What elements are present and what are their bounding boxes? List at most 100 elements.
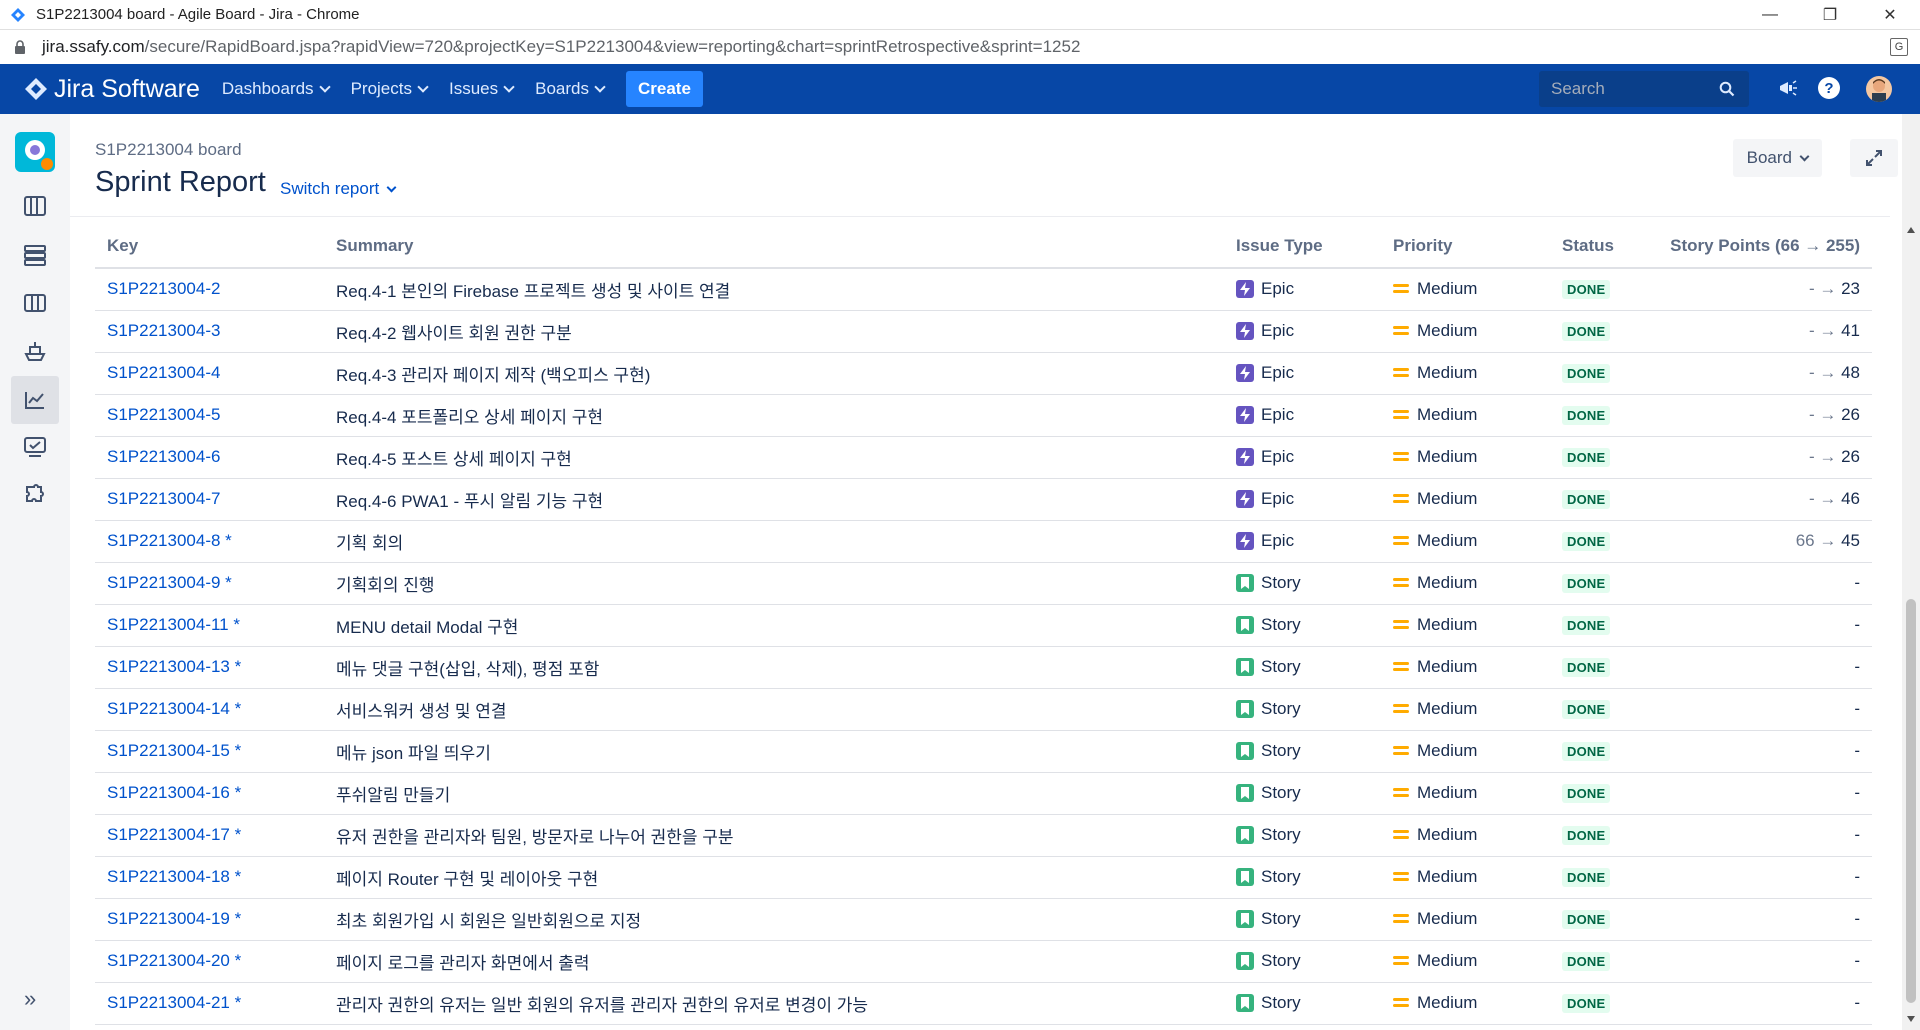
nav-projects[interactable]: Projects <box>351 79 429 99</box>
nav-issues[interactable]: Issues <box>449 79 515 99</box>
create-button[interactable]: Create <box>626 71 703 107</box>
issue-key-link[interactable]: S1P2213004-7 <box>107 489 220 508</box>
issue-key-link[interactable]: S1P2213004-17 * <box>107 825 241 844</box>
board-name[interactable]: S1P2213004 board <box>95 140 242 160</box>
user-avatar[interactable] <box>1866 76 1892 102</box>
roadmap-icon[interactable] <box>22 242 48 268</box>
issue-key-link[interactable]: S1P2213004-8 * <box>107 531 232 550</box>
col-status[interactable]: Status <box>1550 224 1650 269</box>
priority-cell: Medium <box>1381 562 1550 605</box>
issue-key-link[interactable]: S1P2213004-13 * <box>107 657 241 676</box>
status-badge: DONE <box>1562 406 1611 425</box>
issue-key-link[interactable]: S1P2213004-16 * <box>107 783 241 802</box>
issue-key-link[interactable]: S1P2213004-21 * <box>107 993 241 1012</box>
nav-dashboards[interactable]: Dashboards <box>221 79 331 99</box>
issue-key-link[interactable]: S1P2213004-5 <box>107 405 220 424</box>
help-icon[interactable]: ? <box>1818 77 1840 99</box>
priority-label: Medium <box>1417 489 1478 508</box>
releases-ship-icon[interactable] <box>22 338 48 364</box>
story-points-to: - <box>1854 615 1860 634</box>
page-scrollbar[interactable] <box>1902 114 1920 1030</box>
issue-summary: 서비스워커 생성 및 연결 <box>324 688 1224 731</box>
issue-key-link[interactable]: S1P2213004-15 * <box>107 741 241 760</box>
switch-report-button[interactable]: Switch report <box>280 179 397 199</box>
issue-key-link[interactable]: S1P2213004-11 * <box>107 615 240 634</box>
translate-icon[interactable]: G <box>1890 38 1908 56</box>
project-avatar[interactable] <box>15 132 55 172</box>
col-priority[interactable]: Priority <box>1381 224 1550 269</box>
scroll-down-icon[interactable] <box>1907 1016 1915 1022</box>
issue-key-link[interactable]: S1P2213004-4 <box>107 363 220 382</box>
issue-summary: Req.4-3 관리자 페이지 제작 (백오피스 구현) <box>324 352 1224 395</box>
issue-summary: 최초 회원가입 시 회원은 일반회원으로 지정 <box>324 898 1224 941</box>
story-icon <box>1236 784 1254 802</box>
issues-screen-icon[interactable] <box>22 434 48 460</box>
issue-key-link[interactable]: S1P2213004-2 <box>107 279 220 298</box>
address-bar[interactable]: jira.ssafy.com/secure/RapidBoard.jspa?ra… <box>0 30 1920 64</box>
table-row: S1P2213004-9 * 기획회의 진행 Story Medium DONE - <box>95 562 1872 605</box>
col-story-points[interactable]: Story Points (66 → 255) <box>1650 224 1872 269</box>
issue-key-link[interactable]: S1P2213004-20 * <box>107 951 241 970</box>
fullscreen-button[interactable] <box>1850 139 1898 177</box>
story-icon <box>1236 574 1254 592</box>
issue-type-label: Story <box>1261 909 1301 928</box>
scroll-up-icon[interactable] <box>1907 227 1915 233</box>
issue-summary: 유저 권한을 관리자와 팀원, 방문자로 나누어 권한을 구분 <box>324 814 1224 857</box>
issue-type-cell: Epic <box>1224 310 1381 353</box>
expand-sidebar-icon[interactable]: » <box>24 986 36 1012</box>
story-points-from: 66 → <box>1795 531 1837 550</box>
issue-key-link[interactable]: S1P2213004-18 * <box>107 867 241 886</box>
story-points-to: - <box>1854 951 1860 970</box>
issue-type-cell: Story <box>1224 982 1381 1025</box>
status-badge: DONE <box>1562 700 1611 719</box>
add-ons-puzzle-icon[interactable] <box>22 482 48 508</box>
priority-cell: Medium <box>1381 394 1550 437</box>
status-badge: DONE <box>1562 742 1611 761</box>
story-icon <box>1236 616 1254 634</box>
story-points-cell: - <box>1650 562 1872 605</box>
issue-key-link[interactable]: S1P2213004-19 * <box>107 909 241 928</box>
col-summary[interactable]: Summary <box>324 224 1224 269</box>
col-issue-type[interactable]: Issue Type <box>1224 224 1381 269</box>
issue-key-link[interactable]: S1P2213004-3 <box>107 321 220 340</box>
board-columns-icon[interactable] <box>22 290 48 316</box>
scrollbar-thumb[interactable] <box>1906 599 1916 1003</box>
board-dropdown-button[interactable]: Board <box>1732 139 1822 177</box>
backlog-icon[interactable] <box>22 193 48 219</box>
priority-medium-icon <box>1393 325 1409 337</box>
nav-boards[interactable]: Boards <box>535 79 606 99</box>
table-row: S1P2213004-2 Req.4-1 본인의 Firebase 프로젝트 생성… <box>95 268 1872 311</box>
issue-key-link[interactable]: S1P2213004-9 * <box>107 573 232 592</box>
issue-summary: 페이지 로그를 관리자 화면에서 출력 <box>324 940 1224 983</box>
jira-logo[interactable]: Jira Software <box>24 75 200 104</box>
issue-type-label: Story <box>1261 741 1301 760</box>
priority-label: Medium <box>1417 573 1478 592</box>
priority-medium-icon <box>1393 871 1409 883</box>
close-icon[interactable]: ✕ <box>1860 0 1920 30</box>
story-icon <box>1236 910 1254 928</box>
story-points-cell: - <box>1650 982 1872 1025</box>
story-points-cell: 66 → 45 <box>1650 520 1872 563</box>
table-row: S1P2213004-18 * 페이지 Router 구현 및 레이아웃 구현 St… <box>95 856 1872 899</box>
board-button-label: Board <box>1746 148 1792 167</box>
issue-summary: 페이지 Router 구현 및 레이아웃 구현 <box>324 856 1224 899</box>
priority-medium-icon <box>1393 577 1409 589</box>
maximize-icon[interactable]: ❐ <box>1800 0 1860 30</box>
search-input[interactable]: Search <box>1539 71 1749 107</box>
issue-key-cell: S1P2213004-11 * <box>95 604 324 647</box>
notifications-megaphone-icon[interactable] <box>1777 77 1799 99</box>
nav-dashboards-label: Dashboards <box>221 79 314 98</box>
reports-icon[interactable] <box>11 376 59 424</box>
priority-cell: Medium <box>1381 814 1550 857</box>
issue-type-cell: Epic <box>1224 352 1381 395</box>
story-points-cell: - → 46 <box>1650 478 1872 521</box>
issue-summary: Req.4-1 본인의 Firebase 프로젝트 생성 및 사이트 연결 <box>324 268 1224 311</box>
col-key[interactable]: Key <box>95 224 324 269</box>
status-badge: DONE <box>1562 952 1611 971</box>
minimize-icon[interactable]: — <box>1740 0 1800 30</box>
issue-key-cell: S1P2213004-16 * <box>95 772 324 815</box>
issue-key-link[interactable]: S1P2213004-6 <box>107 447 220 466</box>
issue-summary: Req.4-5 포스트 상세 페이지 구현 <box>324 436 1224 479</box>
issue-key-link[interactable]: S1P2213004-14 * <box>107 699 241 718</box>
table-row: S1P2213004-4 Req.4-3 관리자 페이지 제작 (백오피스 구현)… <box>95 352 1872 395</box>
